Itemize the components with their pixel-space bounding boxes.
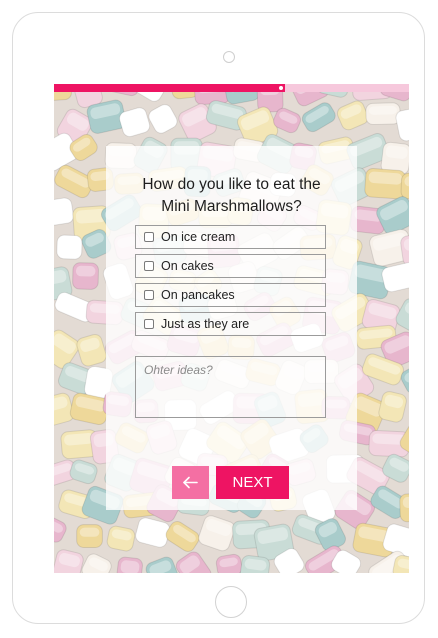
other-ideas-input[interactable]: [135, 356, 326, 418]
screen: How do you like to eat the Mini Marshmal…: [54, 84, 409, 573]
option-on-cakes[interactable]: On cakes: [135, 254, 326, 278]
question-text: How do you like to eat the Mini Marshmal…: [106, 174, 357, 218]
option-label: Just as they are: [161, 317, 250, 331]
progress-bar-fill: [54, 84, 285, 92]
option-on-pancakes[interactable]: On pancakes: [135, 283, 326, 307]
camera-icon: [223, 51, 235, 63]
question-line-2: Mini Marshmallows?: [161, 198, 302, 215]
next-button[interactable]: NEXT: [216, 466, 289, 499]
option-on-ice-cream[interactable]: On ice cream: [135, 225, 326, 249]
back-button[interactable]: [172, 466, 209, 499]
checkbox[interactable]: [144, 232, 154, 242]
checkbox[interactable]: [144, 290, 154, 300]
progress-bar: [54, 84, 409, 92]
progress-bar-marker: [278, 86, 283, 90]
quiz-card: How do you like to eat the Mini Marshmal…: [106, 146, 357, 510]
arrow-left-icon: [183, 476, 198, 489]
tablet-frame: How do you like to eat the Mini Marshmal…: [12, 12, 425, 624]
option-just-as-they-are[interactable]: Just as they are: [135, 312, 326, 336]
option-label: On pancakes: [161, 288, 235, 302]
home-button[interactable]: [215, 586, 247, 618]
checkbox[interactable]: [144, 319, 154, 329]
question-line-1: How do you like to eat the: [142, 176, 321, 193]
option-label: On cakes: [161, 259, 214, 273]
option-label: On ice cream: [161, 230, 236, 244]
checkbox[interactable]: [144, 261, 154, 271]
